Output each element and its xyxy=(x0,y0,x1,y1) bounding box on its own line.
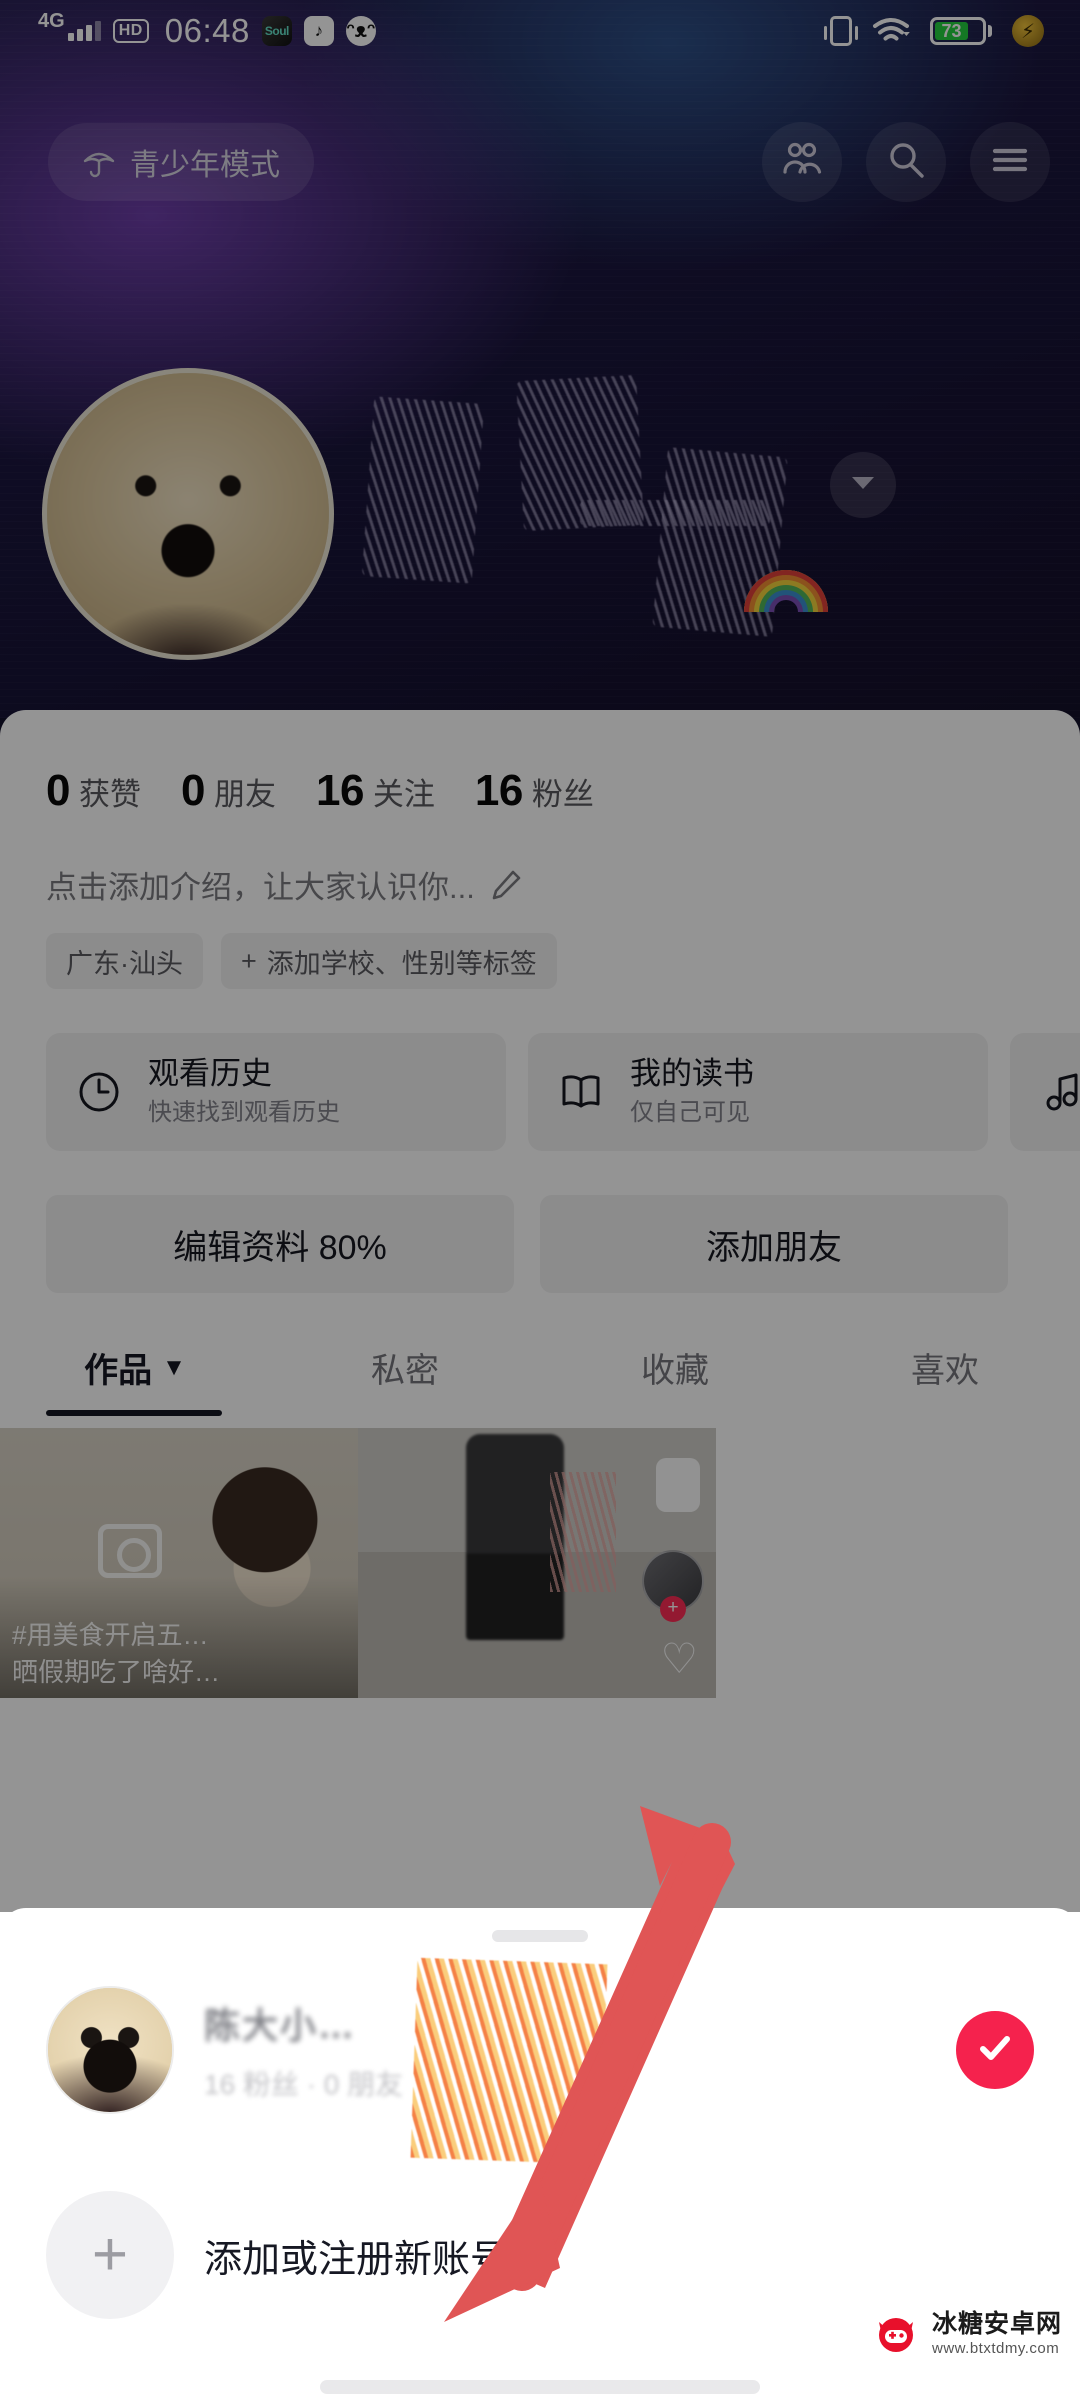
account-info: 陈大小… 16 粉丝 · 0 朋友 xyxy=(204,1957,956,2165)
add-account-label: 添加或注册新账号 xyxy=(204,2238,509,2281)
avatar xyxy=(46,1986,174,2114)
plus-icon: + xyxy=(46,2191,174,2319)
account-selected-badge xyxy=(956,2011,1034,2089)
gamepad-logo-icon xyxy=(870,2308,922,2360)
check-circle-icon xyxy=(972,2025,1018,2076)
sheet-backdrop-overlay[interactable] xyxy=(0,0,1080,1912)
watermark-site-name: 冰糖安卓网 xyxy=(931,2310,1062,2338)
account-name-redaction xyxy=(410,1957,608,2165)
phone-screenshot: 4G HD 06:48 Soul ♪ ᵔᴥᵔ 73 ⚡ 青少年模式 0 获赞 0… xyxy=(0,0,1080,2408)
site-watermark: 冰糖安卓网 www.btxtdmy.com xyxy=(870,2308,1062,2360)
watermark-site-url: www.btxtdmy.com xyxy=(931,2340,1060,2357)
home-indicator xyxy=(320,2380,760,2394)
drag-handle[interactable] xyxy=(492,1930,588,1942)
account-row-current[interactable]: 陈大小… 16 粉丝 · 0 朋友 xyxy=(0,1957,1080,2165)
